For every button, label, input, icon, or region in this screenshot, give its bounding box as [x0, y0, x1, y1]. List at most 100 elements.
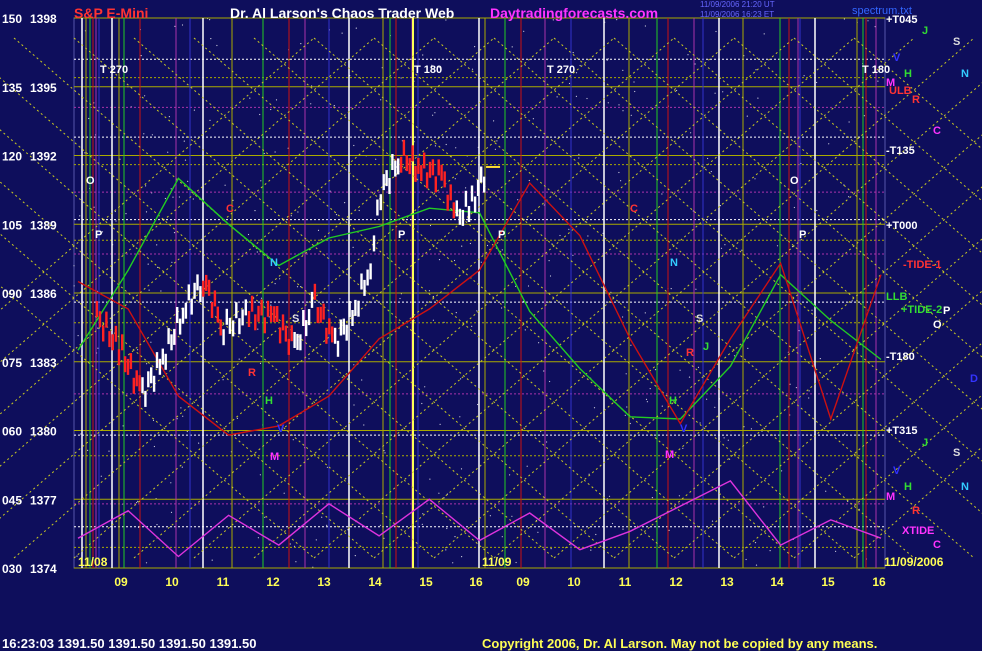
star-dot — [474, 46, 476, 48]
star-dot — [308, 358, 310, 360]
right-label: H — [904, 481, 912, 493]
chart-annotation: N — [670, 257, 678, 269]
star-dot — [676, 89, 678, 92]
star-dot — [84, 152, 86, 154]
diagonal-line — [133, 37, 735, 559]
star-dot — [170, 188, 172, 190]
price-bar — [238, 318, 241, 335]
star-dot — [321, 516, 323, 518]
star-dot — [434, 112, 436, 114]
star-dot — [454, 178, 456, 180]
star-dot — [137, 349, 139, 351]
star-dot — [144, 95, 146, 97]
star-dot — [147, 263, 149, 265]
star-dot — [176, 418, 178, 420]
price-bar — [369, 263, 372, 280]
star-dot — [97, 347, 99, 349]
site-link[interactable]: Daytradingforecasts.com — [490, 6, 658, 20]
x-tick-label: 10 — [567, 575, 581, 589]
diagonal-line — [253, 37, 855, 559]
star-dot — [460, 468, 463, 470]
price-bar — [293, 332, 296, 348]
star-dot — [710, 170, 712, 173]
star-dot — [486, 244, 489, 247]
price-bar — [193, 282, 196, 299]
star-dot — [476, 310, 478, 312]
right-label: V — [893, 465, 901, 477]
x-tick-label: 09 — [114, 575, 128, 589]
star-dot — [274, 151, 276, 153]
star-dot — [335, 214, 338, 216]
price-bar — [411, 145, 414, 162]
star-dot — [646, 401, 649, 403]
price-bar — [305, 320, 308, 337]
star-dot — [297, 211, 299, 213]
star-dot — [274, 283, 276, 285]
star-dot — [459, 416, 461, 418]
star-dot — [181, 466, 183, 468]
star-dot — [763, 33, 765, 35]
price-bar — [310, 291, 314, 308]
star-dot — [236, 417, 238, 419]
star-dot — [455, 147, 457, 149]
price-bar — [414, 165, 417, 182]
star-dot — [789, 383, 791, 385]
x-tick-label: 10 — [165, 575, 179, 589]
star-dot — [421, 523, 423, 526]
star-dot — [399, 297, 401, 300]
price-bar — [150, 367, 153, 384]
star-dot — [679, 369, 681, 371]
star-dot — [292, 439, 294, 441]
price-bar — [452, 202, 455, 219]
star-dot — [222, 379, 224, 381]
star-dot — [682, 447, 684, 449]
price-bar — [205, 274, 208, 291]
star-dot — [151, 134, 153, 136]
y-tick-price: 1392 — [30, 150, 57, 164]
price-bar — [388, 178, 391, 194]
chart-annotation: C — [226, 203, 234, 215]
star-dot — [358, 209, 360, 212]
star-dot — [353, 404, 355, 406]
star-dot — [73, 265, 75, 267]
price-bar — [302, 310, 305, 326]
chart-annotation: O — [790, 175, 799, 187]
star-dot — [383, 537, 385, 539]
star-dot — [145, 185, 147, 187]
star-dot — [546, 441, 548, 443]
right-label: -T180 — [886, 351, 915, 363]
star-dot — [422, 54, 424, 56]
price-bar — [257, 305, 260, 322]
price-bar — [98, 311, 102, 328]
star-dot — [724, 244, 726, 246]
chart-annotation: V — [277, 423, 285, 435]
price-bar — [173, 328, 176, 345]
star-dot — [593, 407, 596, 409]
right-label: D — [970, 373, 978, 385]
star-dot — [776, 245, 779, 247]
price-bar — [408, 158, 411, 175]
y-tick-osc: 135 — [2, 81, 22, 95]
price-bar — [319, 306, 322, 323]
price-bar — [425, 172, 429, 189]
star-dot — [146, 363, 148, 365]
price-bar — [263, 317, 266, 334]
star-dot — [77, 335, 79, 337]
star-dot — [626, 406, 628, 408]
star-dot — [590, 549, 592, 551]
star-dot — [153, 445, 155, 448]
price-bar — [287, 338, 290, 355]
y-tick-osc: 075 — [2, 356, 22, 370]
star-dot — [511, 46, 513, 48]
star-dot — [461, 245, 463, 247]
star-dot — [608, 495, 611, 497]
price-bar — [461, 209, 465, 226]
price-bar — [446, 194, 449, 211]
star-dot — [550, 548, 552, 550]
star-dot — [607, 102, 609, 104]
star-dot — [279, 278, 281, 280]
star-dot — [622, 110, 624, 112]
star-dot — [670, 288, 672, 290]
price-bar — [278, 327, 282, 344]
star-dot — [720, 247, 723, 249]
